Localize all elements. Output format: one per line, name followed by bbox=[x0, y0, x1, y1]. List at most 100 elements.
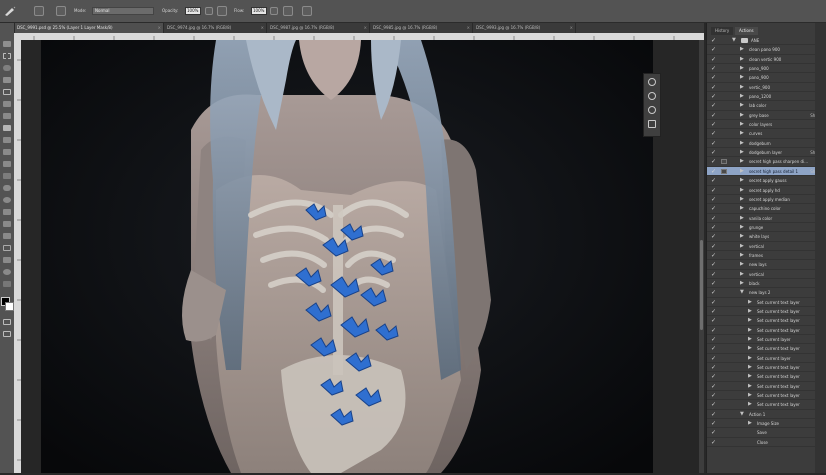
toggle-item-checkbox[interactable]: ✓ bbox=[711, 233, 716, 240]
expand-triangle-closed-icon[interactable]: ▶ bbox=[740, 261, 744, 268]
expand-triangle-closed-icon[interactable]: ▶ bbox=[740, 84, 744, 91]
action-row[interactable]: ✓ Save bbox=[707, 428, 826, 438]
doc-tab-3[interactable]: DSC_9987.jpg @ 16.7% (RGB/8) × bbox=[267, 23, 370, 33]
toggle-item-checkbox[interactable]: ✓ bbox=[711, 383, 716, 390]
brush-tool-icon[interactable] bbox=[3, 125, 11, 131]
expand-triangle-closed-icon[interactable]: ▶ bbox=[748, 383, 752, 390]
flow-dropdown-icon[interactable] bbox=[270, 7, 278, 15]
expand-triangle-closed-icon[interactable]: ▶ bbox=[740, 215, 744, 222]
toggle-item-checkbox[interactable]: ✓ bbox=[711, 364, 716, 371]
gradient-tool-icon[interactable] bbox=[3, 173, 11, 179]
toggle-item-checkbox[interactable]: ✓ bbox=[711, 149, 716, 156]
expand-triangle-closed-icon[interactable]: ▶ bbox=[740, 196, 744, 203]
expand-triangle-closed-icon[interactable]: ▶ bbox=[748, 420, 752, 427]
action-row[interactable]: ✓ ▶ white lays bbox=[707, 232, 826, 242]
expand-triangle-closed-icon[interactable]: ▶ bbox=[740, 187, 744, 194]
expand-triangle-closed-icon[interactable]: ▶ bbox=[740, 112, 744, 119]
path-select-tool-icon[interactable] bbox=[3, 233, 11, 239]
expand-triangle-closed-icon[interactable]: ▶ bbox=[748, 392, 752, 399]
toggle-item-checkbox[interactable]: ✓ bbox=[711, 317, 716, 324]
toggle-item-checkbox[interactable]: ✓ bbox=[711, 299, 716, 306]
expand-triangle-closed-icon[interactable]: ▶ bbox=[740, 65, 744, 72]
expand-triangle-closed-icon[interactable]: ▶ bbox=[740, 130, 744, 137]
doc-tab-5[interactable]: DSC_9993.jpg @ 16.7% (RGB/8) × bbox=[473, 23, 576, 33]
action-row[interactable]: ✓ ▶ secret high pass sharpen di... bbox=[707, 157, 826, 167]
action-row[interactable]: ✓ ▶ black bbox=[707, 279, 826, 289]
expand-triangle-closed-icon[interactable]: ▶ bbox=[740, 280, 744, 287]
expand-triangle-closed-icon[interactable]: ▶ bbox=[740, 158, 744, 165]
action-row[interactable]: ✓ ▶ clean pano 900 bbox=[707, 45, 826, 55]
action-row[interactable]: ✓ ▶ pano_1200 bbox=[707, 92, 826, 102]
expand-triangle-closed-icon[interactable]: ▶ bbox=[740, 271, 744, 278]
toggle-item-checkbox[interactable]: ✓ bbox=[711, 177, 716, 184]
action-row[interactable]: ✓ ▶ Set current text layer bbox=[707, 307, 826, 317]
canvas-area[interactable] bbox=[21, 40, 704, 473]
quick-mask-icon[interactable] bbox=[3, 319, 11, 325]
action-row[interactable]: ✓ ▶ vertic_900 bbox=[707, 83, 826, 93]
healing-brush-tool-icon[interactable] bbox=[3, 113, 11, 119]
expand-triangle-closed-icon[interactable]: ▶ bbox=[748, 364, 752, 371]
crop-tool-icon[interactable] bbox=[3, 89, 11, 95]
toggle-item-checkbox[interactable]: ✓ bbox=[711, 74, 716, 81]
doc-tab-1[interactable]: DSC_9991.psd @ 25.5% (Layer 1 Layer Mask… bbox=[14, 23, 164, 33]
expand-triangle-closed-icon[interactable]: ▶ bbox=[740, 121, 744, 128]
expand-triangle-closed-icon[interactable]: ▶ bbox=[740, 168, 744, 175]
brush-tool-preset-icon[interactable] bbox=[3, 5, 17, 17]
expand-triangle-closed-icon[interactable]: ▶ bbox=[748, 345, 752, 352]
brush-picker-icon[interactable] bbox=[34, 6, 44, 16]
action-row[interactable]: ✓ ▶ vertical bbox=[707, 242, 826, 251]
expand-triangle-closed-icon[interactable]: ▶ bbox=[748, 308, 752, 315]
close-icon[interactable]: × bbox=[261, 23, 264, 33]
action-row[interactable]: ✓ ▶ Set current text layer bbox=[707, 382, 826, 392]
action-row[interactable]: ✓ ▶ clean vertic 900 bbox=[707, 55, 826, 65]
action-row[interactable]: ✓ ▶ Image Size bbox=[707, 419, 826, 429]
toggle-item-checkbox[interactable]: ✓ bbox=[711, 420, 716, 427]
close-icon[interactable]: × bbox=[467, 23, 470, 33]
action-row[interactable]: ✓ ▶ lab color bbox=[707, 101, 826, 111]
expand-triangle-closed-icon[interactable]: ▶ bbox=[748, 317, 752, 324]
toggle-item-checkbox[interactable]: ✓ bbox=[711, 121, 716, 128]
expand-triangle-closed-icon[interactable]: ▶ bbox=[740, 149, 744, 156]
expand-triangle-open-icon[interactable]: ▼ bbox=[732, 37, 736, 44]
pen-tool-icon[interactable] bbox=[3, 209, 11, 215]
toggle-item-checkbox[interactable]: ✓ bbox=[711, 130, 716, 137]
toggle-item-checkbox[interactable]: ✓ bbox=[711, 271, 716, 278]
toggle-item-checkbox[interactable]: ✓ bbox=[711, 336, 716, 343]
action-row[interactable]: ✓ ▼ new lays 2 bbox=[707, 288, 826, 298]
toggle-item-checkbox[interactable]: ✓ bbox=[711, 102, 716, 109]
marquee-tool-icon[interactable] bbox=[3, 53, 11, 59]
action-row[interactable]: ✓ ▶ new lays bbox=[707, 260, 826, 270]
eyedropper-tool-icon[interactable] bbox=[3, 101, 11, 107]
expand-triangle-closed-icon[interactable]: ▶ bbox=[748, 336, 752, 343]
close-icon[interactable]: × bbox=[158, 23, 161, 33]
tab-history[interactable]: History bbox=[711, 27, 734, 35]
toggle-item-checkbox[interactable]: ✓ bbox=[711, 93, 716, 100]
action-row[interactable]: ✓ ▶ pano_900 bbox=[707, 64, 826, 74]
opacity-input[interactable]: 100% bbox=[185, 7, 201, 15]
zoom-tool-icon[interactable] bbox=[3, 269, 11, 275]
history-brush-tool-icon[interactable] bbox=[3, 149, 11, 155]
toggle-item-checkbox[interactable]: ✓ bbox=[711, 252, 716, 259]
action-row[interactable]: ✓ ▶ color layers bbox=[707, 120, 826, 130]
background-color-swatch[interactable] bbox=[5, 302, 14, 311]
toggle-item-checkbox[interactable]: ✓ bbox=[711, 373, 716, 380]
toggle-item-checkbox[interactable]: ✓ bbox=[711, 224, 716, 231]
toggle-item-checkbox[interactable]: ✓ bbox=[711, 37, 716, 44]
action-row[interactable]: ✓ ▶ pano_900 bbox=[707, 73, 826, 83]
close-icon[interactable]: × bbox=[570, 23, 573, 33]
expand-triangle-closed-icon[interactable]: ▶ bbox=[740, 177, 744, 184]
toggle-item-checkbox[interactable]: ✓ bbox=[711, 46, 716, 53]
action-row[interactable]: ✓ ▶ Set current layer bbox=[707, 335, 826, 345]
color-panel-icon[interactable] bbox=[648, 78, 656, 86]
pressure-size-icon[interactable] bbox=[302, 6, 312, 16]
actions-scrollbar[interactable] bbox=[815, 23, 826, 473]
more-tools-icon[interactable] bbox=[3, 281, 11, 287]
action-row[interactable]: ✓▶dodgeburn layerShift+F bbox=[707, 148, 826, 158]
eraser-tool-icon[interactable] bbox=[3, 161, 11, 167]
clone-stamp-tool-icon[interactable] bbox=[3, 137, 11, 143]
action-row[interactable]: ✓ ▶ capuchino color bbox=[707, 204, 826, 214]
adjustments-panel-icon[interactable] bbox=[648, 106, 656, 114]
swatches-panel-icon[interactable] bbox=[648, 92, 656, 100]
blur-tool-icon[interactable] bbox=[3, 185, 11, 191]
expand-triangle-closed-icon[interactable]: ▶ bbox=[748, 401, 752, 408]
